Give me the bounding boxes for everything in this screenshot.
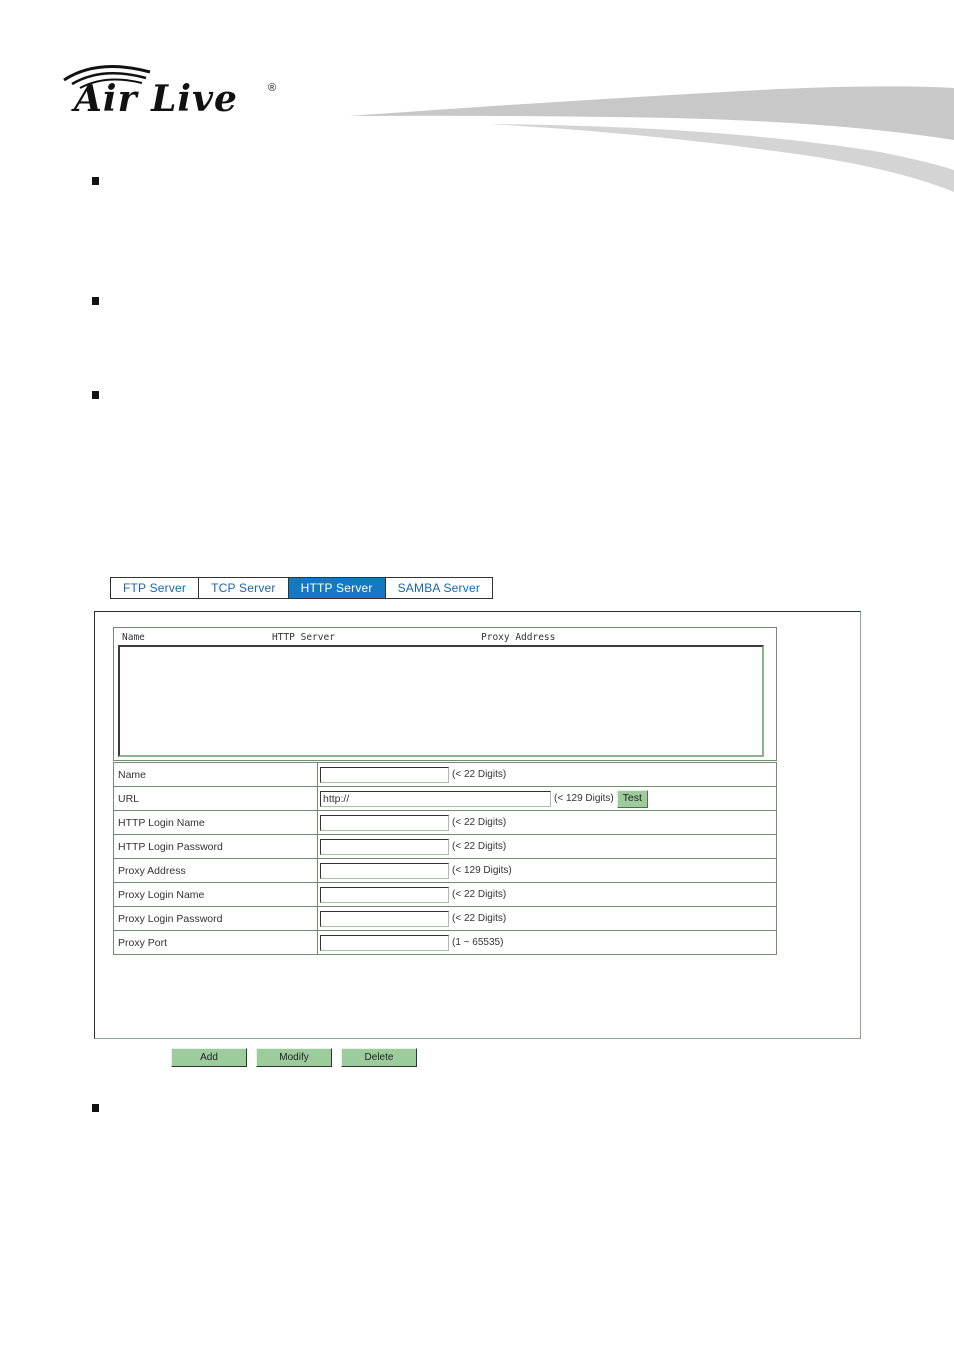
http-login-password-input[interactable] [320, 838, 449, 855]
registered-mark: ® [268, 82, 277, 94]
server-settings-form: Name (< 22 Digits) URL http://(< 129 Dig… [113, 762, 777, 955]
column-header-name: Name [122, 632, 145, 643]
proxy-port-label: Proxy Port [113, 930, 318, 955]
name-input[interactable] [320, 766, 449, 783]
proxy-address-hint: (< 129 Digits) [452, 865, 512, 876]
proxy-port-input[interactable] [320, 934, 449, 951]
proxy-login-password-input[interactable] [320, 910, 449, 927]
http-login-password-hint: (< 22 Digits) [452, 841, 507, 852]
server-list[interactable] [118, 645, 764, 757]
airlive-logo: Air Live ® [58, 60, 288, 130]
column-header-http-server: HTTP Server [272, 632, 335, 643]
test-button[interactable]: Test [616, 789, 648, 808]
proxy-login-name-input[interactable] [320, 886, 449, 903]
bullet-marker [92, 177, 99, 185]
http-login-name-hint: (< 22 Digits) [452, 817, 507, 828]
logo-text: Air Live [74, 78, 238, 120]
modify-button[interactable]: Modify [256, 1048, 332, 1067]
form-row-proxy-login-name: Proxy Login Name (< 22 Digits) [113, 882, 777, 907]
http-login-name-input[interactable] [320, 814, 449, 831]
bullet-marker [92, 297, 99, 305]
http-login-password-label: HTTP Login Password [113, 834, 318, 859]
header-swoosh [350, 86, 954, 192]
proxy-login-password-hint: (< 22 Digits) [452, 913, 507, 924]
url-input[interactable]: http:// [320, 790, 551, 807]
proxy-address-label: Proxy Address [113, 858, 318, 883]
server-tabs: FTP Server TCP Server HTTP Server SAMBA … [110, 577, 494, 599]
form-row-http-login-name: HTTP Login Name (< 22 Digits) [113, 810, 777, 835]
column-header-proxy-address: Proxy Address [481, 632, 556, 643]
form-row-url: URL http://(< 129 Digits) Test [113, 786, 777, 811]
proxy-login-password-label: Proxy Login Password [113, 906, 318, 931]
delete-button[interactable]: Delete [341, 1048, 417, 1067]
tab-http-server[interactable]: HTTP Server [288, 578, 386, 598]
bullet-marker [92, 1104, 99, 1112]
tab-samba-server[interactable]: SAMBA Server [385, 578, 493, 598]
form-row-proxy-login-password: Proxy Login Password (< 22 Digits) [113, 906, 777, 931]
url-label: URL [113, 786, 318, 811]
form-row-http-login-password: HTTP Login Password (< 22 Digits) [113, 834, 777, 859]
proxy-port-hint: (1 ~ 65535) [452, 937, 504, 948]
name-label: Name [113, 762, 318, 787]
tab-tcp-server[interactable]: TCP Server [199, 578, 289, 598]
bullet-marker [92, 391, 99, 399]
name-hint: (< 22 Digits) [452, 769, 507, 780]
url-hint: (< 129 Digits) [554, 793, 614, 804]
form-row-proxy-port: Proxy Port (1 ~ 65535) [113, 930, 777, 955]
proxy-login-name-hint: (< 22 Digits) [452, 889, 507, 900]
tab-ftp-server[interactable]: FTP Server [111, 578, 200, 598]
proxy-address-input[interactable] [320, 862, 449, 879]
server-list-box: Name HTTP Server Proxy Address [113, 627, 777, 761]
proxy-login-name-label: Proxy Login Name [113, 882, 318, 907]
form-row-proxy-address: Proxy Address (< 129 Digits) [113, 858, 777, 883]
add-button[interactable]: Add [171, 1048, 247, 1067]
form-row-name: Name (< 22 Digits) [113, 762, 777, 787]
http-login-name-label: HTTP Login Name [113, 810, 318, 835]
